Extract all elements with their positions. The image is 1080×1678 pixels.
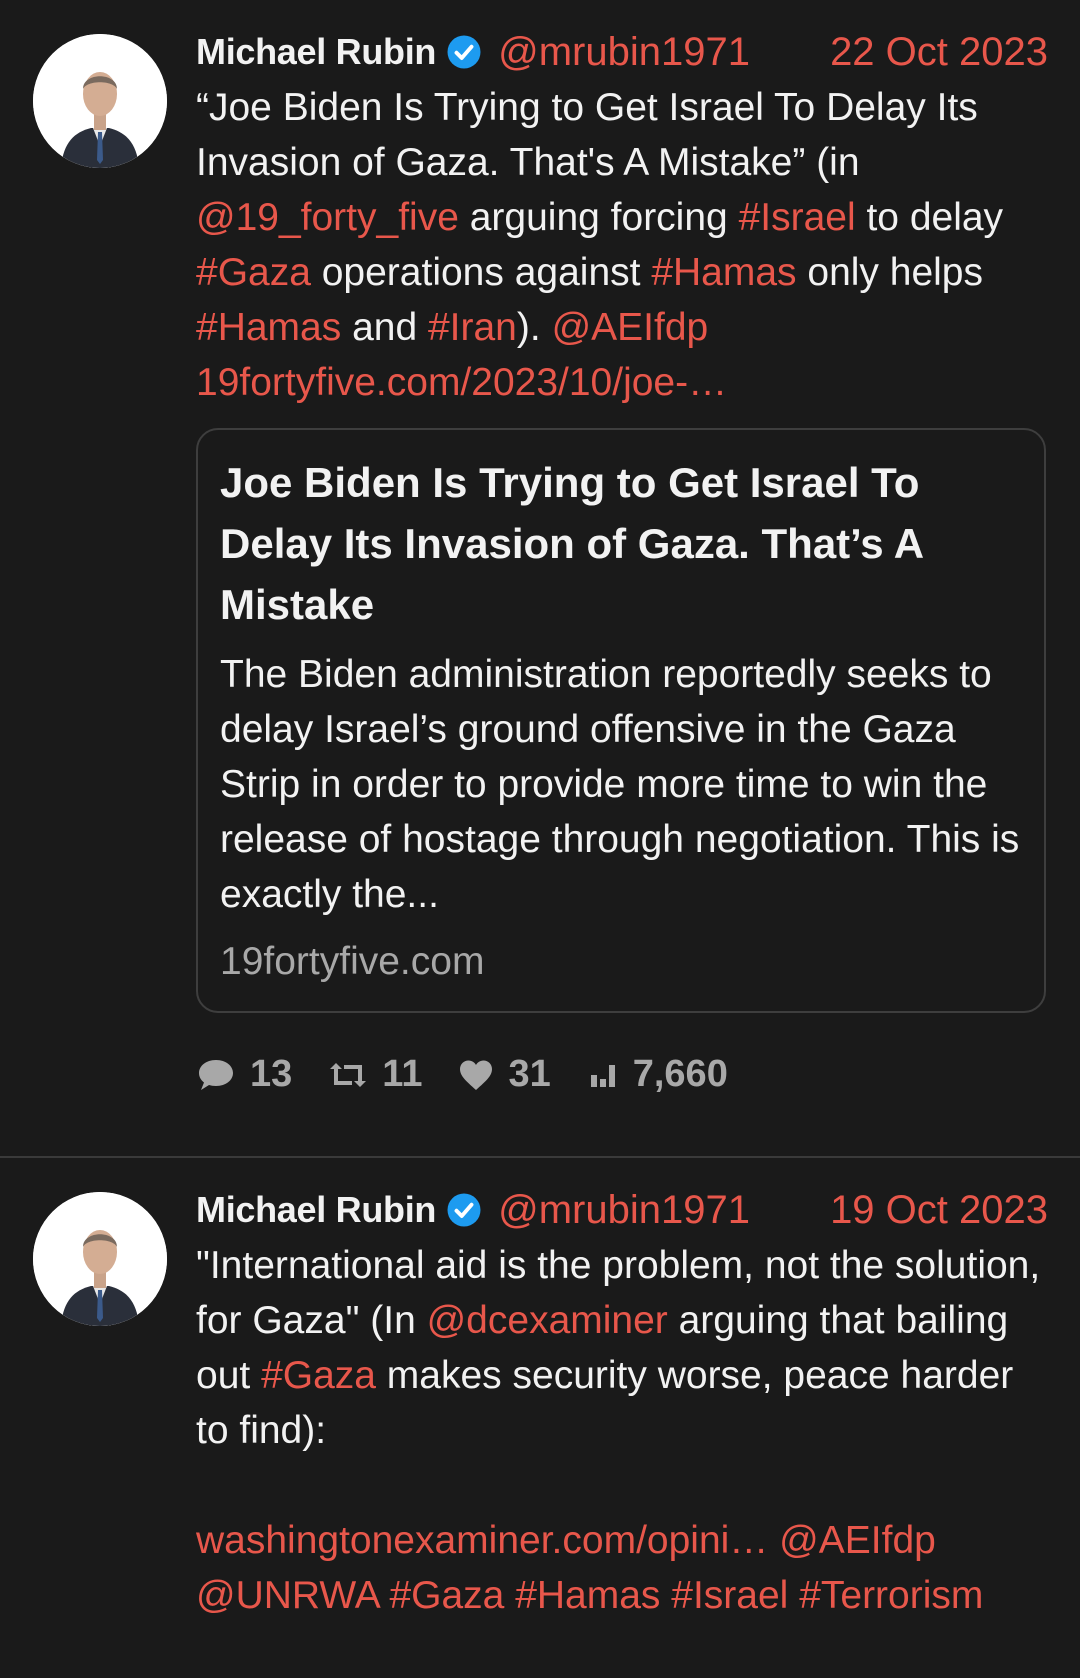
tweet-text-run: arguing forcing	[458, 196, 739, 239]
tweet-header: Michael Rubin @mrubin1971 19 Oct 2023	[196, 1186, 1048, 1234]
hashtag-link[interactable]: #Hamas	[651, 251, 796, 294]
mention-link[interactable]: @19_forty_five	[196, 196, 459, 239]
tweet-text-run	[768, 1519, 779, 1562]
tweet-text-run	[660, 1574, 671, 1617]
retweet-count: 11	[382, 1053, 423, 1095]
like-button[interactable]: 31	[458, 1053, 551, 1096]
avatar[interactable]	[33, 1192, 167, 1326]
hashtag-link[interactable]: #Gaza	[196, 251, 311, 294]
reply-button[interactable]: 13	[196, 1053, 292, 1096]
hashtag-link[interactable]: #Gaza	[389, 1574, 504, 1617]
card-domain: 19fortyfive.com	[220, 940, 485, 983]
retweet-button[interactable]: 11	[328, 1053, 422, 1096]
tweet-text: “Joe Biden Is Trying to Get Israel To De…	[196, 80, 1048, 410]
author-name[interactable]: Michael Rubin	[196, 1189, 436, 1231]
tweet-text-run: “Joe Biden Is Trying to Get Israel To De…	[196, 86, 978, 184]
tweet-2: Michael Rubin @mrubin1971 19 Oct 2023 "I…	[0, 1158, 1080, 1623]
hashtag-link[interactable]: #Gaza	[261, 1354, 376, 1397]
tweet-text-run: ).	[516, 306, 552, 349]
tweet-date[interactable]: 22 Oct 2023	[830, 30, 1048, 75]
views-count: 7,660	[632, 1053, 728, 1095]
like-icon	[460, 1060, 493, 1090]
verified-badge-icon	[447, 35, 481, 69]
mention-link[interactable]: @dcexaminer	[427, 1299, 668, 1342]
hashtag-link[interactable]: #Israel	[739, 196, 856, 239]
tweet-text-run: and	[341, 306, 428, 349]
tweet-1: Michael Rubin @mrubin1971 22 Oct 2023 “J…	[0, 0, 1080, 1156]
tweet-date[interactable]: 19 Oct 2023	[830, 1188, 1048, 1233]
like-count: 31	[508, 1053, 551, 1095]
tweet-text-run	[379, 1574, 390, 1617]
card-description: The Biden administration reportedly seek…	[220, 653, 1020, 916]
hashtag-link[interactable]: #Hamas	[515, 1574, 660, 1617]
mention-link[interactable]: @UNRWA	[196, 1574, 379, 1617]
link-card[interactable]: Joe Biden Is Trying to Get Israel To Del…	[196, 428, 1046, 1013]
url-link[interactable]: washingtonexaminer.com/opini…	[196, 1519, 768, 1562]
tweet-text-run	[788, 1574, 799, 1617]
verified-badge-icon	[447, 1193, 481, 1227]
tweet-header: Michael Rubin @mrubin1971 22 Oct 2023	[196, 28, 1048, 76]
avatar[interactable]	[33, 34, 167, 168]
hashtag-link[interactable]: #Israel	[671, 1574, 788, 1617]
tweet-text: "International aid is the problem, not t…	[196, 1238, 1048, 1623]
mention-link[interactable]: @AEIfdp	[552, 306, 709, 349]
tweet-text-run: operations against	[310, 251, 652, 294]
card-title: Joe Biden Is Trying to Get Israel To Del…	[220, 459, 923, 628]
hashtag-link[interactable]: #Hamas	[196, 306, 341, 349]
views-stat[interactable]: 7,660	[587, 1053, 728, 1096]
mention-link[interactable]: @AEIfdp	[779, 1519, 936, 1562]
views-icon	[590, 1064, 615, 1087]
url-link[interactable]: 19fortyfive.com/2023/10/joe-…	[196, 361, 727, 404]
hashtag-link[interactable]: #Iran	[428, 306, 517, 349]
retweet-icon	[330, 1062, 367, 1087]
tweet-text-run: only helps	[796, 251, 983, 294]
reply-count: 13	[250, 1053, 293, 1095]
hashtag-link[interactable]: #Terrorism	[799, 1574, 983, 1617]
tweet-text-run	[504, 1574, 515, 1617]
author-name[interactable]: Michael Rubin	[196, 31, 436, 73]
reply-icon	[199, 1059, 233, 1090]
author-handle[interactable]: @mrubin1971	[498, 1188, 750, 1233]
tweet-stats: 13 11 31 7,660	[196, 1053, 1048, 1096]
author-handle[interactable]: @mrubin1971	[498, 30, 750, 75]
tweet-text-run: to delay	[855, 196, 1004, 239]
